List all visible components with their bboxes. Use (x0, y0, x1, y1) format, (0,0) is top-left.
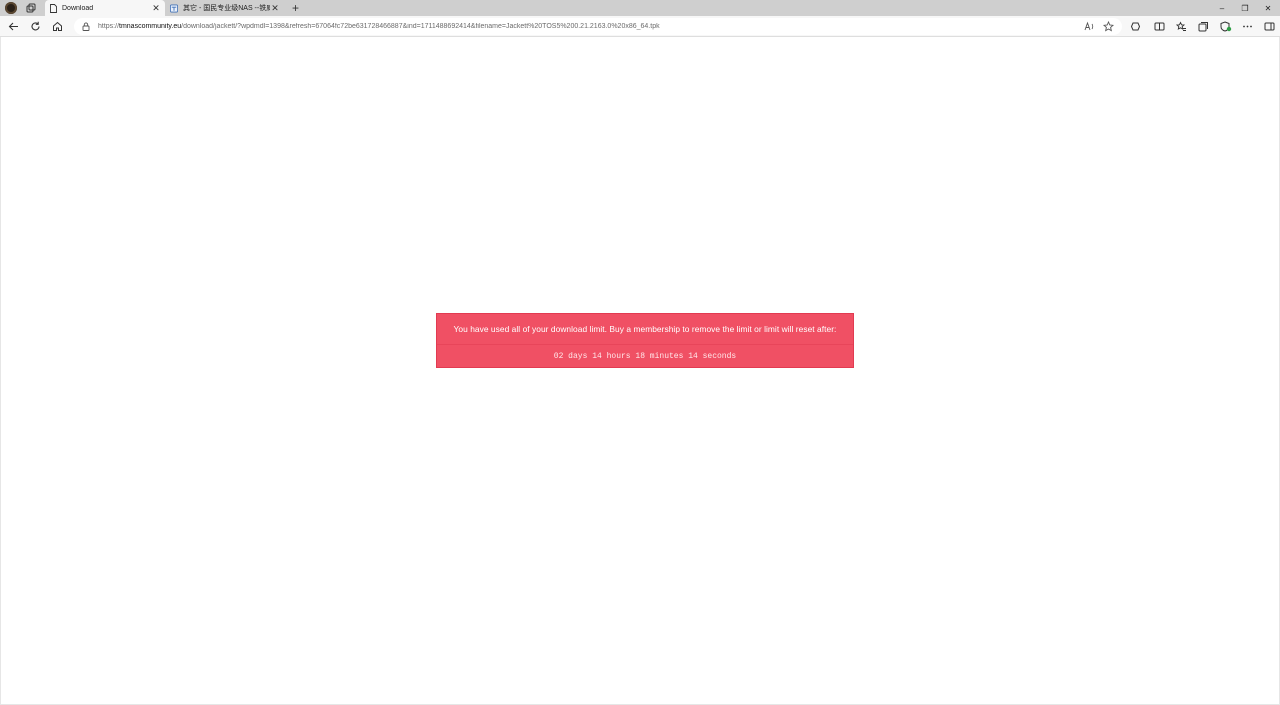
more-menu-icon[interactable] (1241, 20, 1254, 33)
site-favicon-icon (170, 4, 178, 13)
address-bar[interactable]: https://tmnascommunity.eu/download/jacke… (74, 18, 1122, 35)
browser-toolbar: https://tmnascommunity.eu/download/jacke… (0, 16, 1280, 37)
back-arrow-icon[interactable] (7, 20, 20, 33)
refresh-icon[interactable] (29, 20, 42, 33)
tab-download[interactable]: Download ✕ (45, 0, 165, 16)
lock-icon[interactable] (81, 22, 91, 32)
page-viewport: You have used all of your download limit… (0, 37, 1280, 705)
restore-icon[interactable]: ❐ (1239, 2, 1251, 14)
favorite-star-icon[interactable] (1102, 20, 1115, 33)
tab-terramaster[interactable]: 其它 - 国民专业级NAS --铁威马官 ✕ (166, 0, 284, 16)
extensions-icon[interactable] (1129, 20, 1142, 33)
alert-message: You have used all of your download limit… (437, 314, 853, 345)
reset-countdown: 02 days 14 hours 18 minutes 14 seconds (553, 351, 737, 361)
profile-avatar[interactable] (5, 2, 17, 14)
tab-strip: Download ✕ 其它 - 国民专业级NAS --铁威马官 ✕ + – ❐ … (0, 0, 1280, 16)
home-icon[interactable] (51, 20, 64, 33)
sidebar-toggle-icon[interactable] (1263, 20, 1276, 33)
close-tab-icon[interactable]: ✕ (151, 3, 161, 13)
download-limit-alert: You have used all of your download limit… (436, 313, 854, 368)
url-path: /download/jackett/?wpdmdl=1398&refresh=6… (181, 23, 660, 30)
url-text: https://tmnascommunity.eu/download/jacke… (98, 23, 660, 30)
url-host: tmnascommunity.eu (119, 23, 182, 30)
url-scheme: https:// (98, 23, 120, 30)
tab-actions-icon[interactable] (25, 2, 37, 14)
tab-title: Download (62, 4, 94, 12)
minimize-icon[interactable]: – (1216, 2, 1228, 14)
collections-icon[interactable] (1197, 20, 1210, 33)
close-tab-icon[interactable]: ✕ (270, 3, 280, 13)
favorites-icon[interactable] (1175, 20, 1188, 33)
read-aloud-icon[interactable] (1083, 20, 1096, 33)
close-window-icon[interactable]: ✕ (1262, 2, 1274, 14)
page-icon (49, 3, 57, 13)
new-tab-plus-icon[interactable]: + (289, 1, 302, 15)
browser-essentials-icon[interactable] (1219, 20, 1232, 33)
tab-title: 其它 - 国民专业级NAS --铁威马官 (183, 5, 270, 12)
split-screen-icon[interactable] (1153, 20, 1166, 33)
